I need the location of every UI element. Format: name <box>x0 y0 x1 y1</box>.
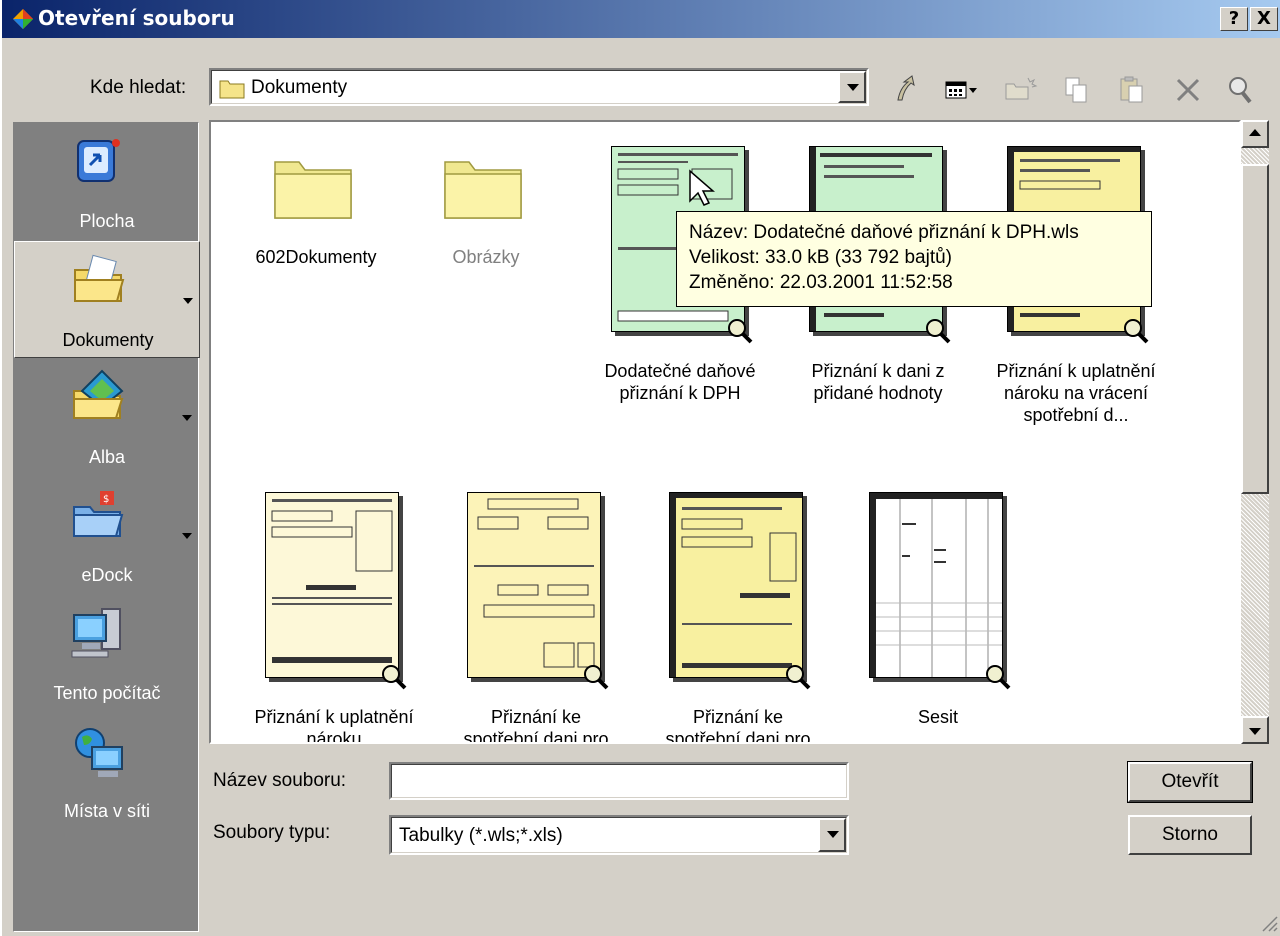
place-edock[interactable]: $ eDock <box>14 477 200 594</box>
magnifier-icon <box>986 665 1011 690</box>
place-alba[interactable]: Alba <box>14 359 200 476</box>
file-thumbnail <box>869 492 1003 678</box>
tooltip-size: Velikost: 33.0 kB (33 792 bajtů) <box>689 247 952 268</box>
chevron-down-icon[interactable] <box>182 415 192 421</box>
place-label: Alba <box>88 447 126 467</box>
title-bar[interactable]: Otevření souboru ? X <box>2 0 1280 38</box>
open-file-dialog: Otevření souboru ? X Kde hledat: Dokumen… <box>0 0 1280 936</box>
arrow-up-icon <box>1249 129 1261 136</box>
place-tento-pocitac[interactable]: Tento počítač <box>14 595 200 712</box>
filename-label: Název souboru: <box>213 770 347 791</box>
place-label: Tento počítač <box>53 683 161 703</box>
tooltip-name: Název: Dodatečné daňové přiznání k DPH.w… <box>689 222 1079 243</box>
lookin-combo[interactable]: Dokumenty <box>209 68 869 106</box>
vertical-scrollbar[interactable] <box>1241 120 1269 744</box>
place-label: Plocha <box>79 211 135 231</box>
filetype-value: Tabulky (*.wls;*.xls) <box>399 825 563 846</box>
file-name: Přiznání ke spotřební dani pro <box>665 707 811 744</box>
view-menu-icon[interactable] <box>940 70 980 110</box>
list-item[interactable]: Přiznání ke spotřební dani pro <box>451 472 621 744</box>
list-item[interactable]: Sesit <box>853 472 1023 742</box>
scroll-thumb[interactable] <box>1241 164 1269 494</box>
lookin-label: Kde hledat: <box>90 77 187 98</box>
arrow-down-icon <box>1249 728 1261 735</box>
file-name: Přiznání k uplatnění nároku <box>254 707 414 744</box>
file-thumbnail <box>265 492 399 678</box>
magnifier-icon <box>728 319 753 344</box>
network-icon <box>75 728 123 777</box>
lookin-value: Dokumenty <box>251 77 348 98</box>
folder-icon <box>219 80 245 99</box>
chevron-down-icon[interactable] <box>182 533 192 539</box>
open-button[interactable]: Otevřít <box>1127 761 1253 803</box>
window-title: Otevření souboru <box>38 6 235 30</box>
svg-text:$: $ <box>103 494 109 505</box>
place-dokumenty[interactable]: Dokumenty <box>14 241 200 358</box>
magnifier-icon <box>382 665 407 690</box>
lookin-dropdown-button[interactable] <box>838 71 866 103</box>
folder-icon <box>274 161 352 219</box>
filetype-dropdown-button[interactable] <box>818 818 846 852</box>
desktop-icon <box>77 139 120 182</box>
documents-icon <box>74 254 125 302</box>
place-label: Dokumenty <box>62 330 154 350</box>
magnifier-icon <box>926 319 951 344</box>
copy-icon[interactable] <box>1056 70 1096 110</box>
list-item[interactable]: Přiznání k uplatnění nároku <box>249 472 419 744</box>
file-name: Obrázky <box>452 247 520 267</box>
place-label: eDock <box>81 565 133 585</box>
magnifier-icon <box>584 665 609 690</box>
computer-icon <box>71 608 121 658</box>
file-thumbnail <box>467 492 601 678</box>
file-name: Přiznání k dani z přidané hodnoty <box>811 361 945 403</box>
cancel-button[interactable]: Storno <box>1128 815 1252 855</box>
search-icon[interactable] <box>1220 70 1260 110</box>
file-name: 602Dokumenty <box>255 247 377 267</box>
list-item[interactable]: Obrázky <box>401 122 571 282</box>
place-label: Místa v síti <box>63 801 150 821</box>
magnifier-icon <box>1124 319 1149 344</box>
filetype-label: Soubory typu: <box>213 822 331 843</box>
delete-icon[interactable] <box>1168 70 1208 110</box>
list-item[interactable]: Přiznání ke spotřební dani pro <box>653 472 823 744</box>
file-tooltip: Název: Dodatečné daňové přiznání k DPH.w… <box>676 211 1152 307</box>
scroll-down-button[interactable] <box>1241 716 1269 744</box>
file-name: Dodatečné daňové přiznání k DPH <box>604 361 756 403</box>
place-mista-v-siti[interactable]: Místa v síti <box>14 713 200 830</box>
filetype-select[interactable]: Tabulky (*.wls;*.xls) <box>389 815 849 855</box>
file-name: Sesit <box>917 707 959 727</box>
chevron-down-icon[interactable] <box>183 298 193 304</box>
help-button[interactable]: ? <box>1220 7 1248 31</box>
close-button[interactable]: X <box>1250 7 1278 31</box>
folder-icon <box>444 161 522 219</box>
tooltip-modified: Změněno: 22.03.2001 11:52:58 <box>689 272 953 293</box>
place-plocha[interactable]: Plocha <box>14 123 200 240</box>
places-bar: Plocha Dokumenty Alba $ eDock Tento počí… <box>13 122 200 932</box>
paste-icon[interactable] <box>1112 70 1152 110</box>
app-icon <box>13 9 33 29</box>
scroll-up-button[interactable] <box>1241 120 1269 148</box>
file-thumbnail <box>669 492 803 678</box>
edock-icon: $ <box>73 491 124 537</box>
up-one-level-icon[interactable] <box>884 70 924 110</box>
albums-icon <box>73 369 124 419</box>
file-name: Přiznání ke spotřební dani pro <box>463 707 609 744</box>
magnifier-icon <box>786 665 811 690</box>
file-name: Přiznání k uplatnění nároku na vrácení s… <box>996 361 1156 425</box>
list-item[interactable]: 602Dokumenty <box>231 122 401 282</box>
resize-grip-icon[interactable] <box>1260 914 1278 932</box>
new-folder-icon[interactable] <box>1000 70 1040 110</box>
filename-input[interactable] <box>389 762 849 800</box>
